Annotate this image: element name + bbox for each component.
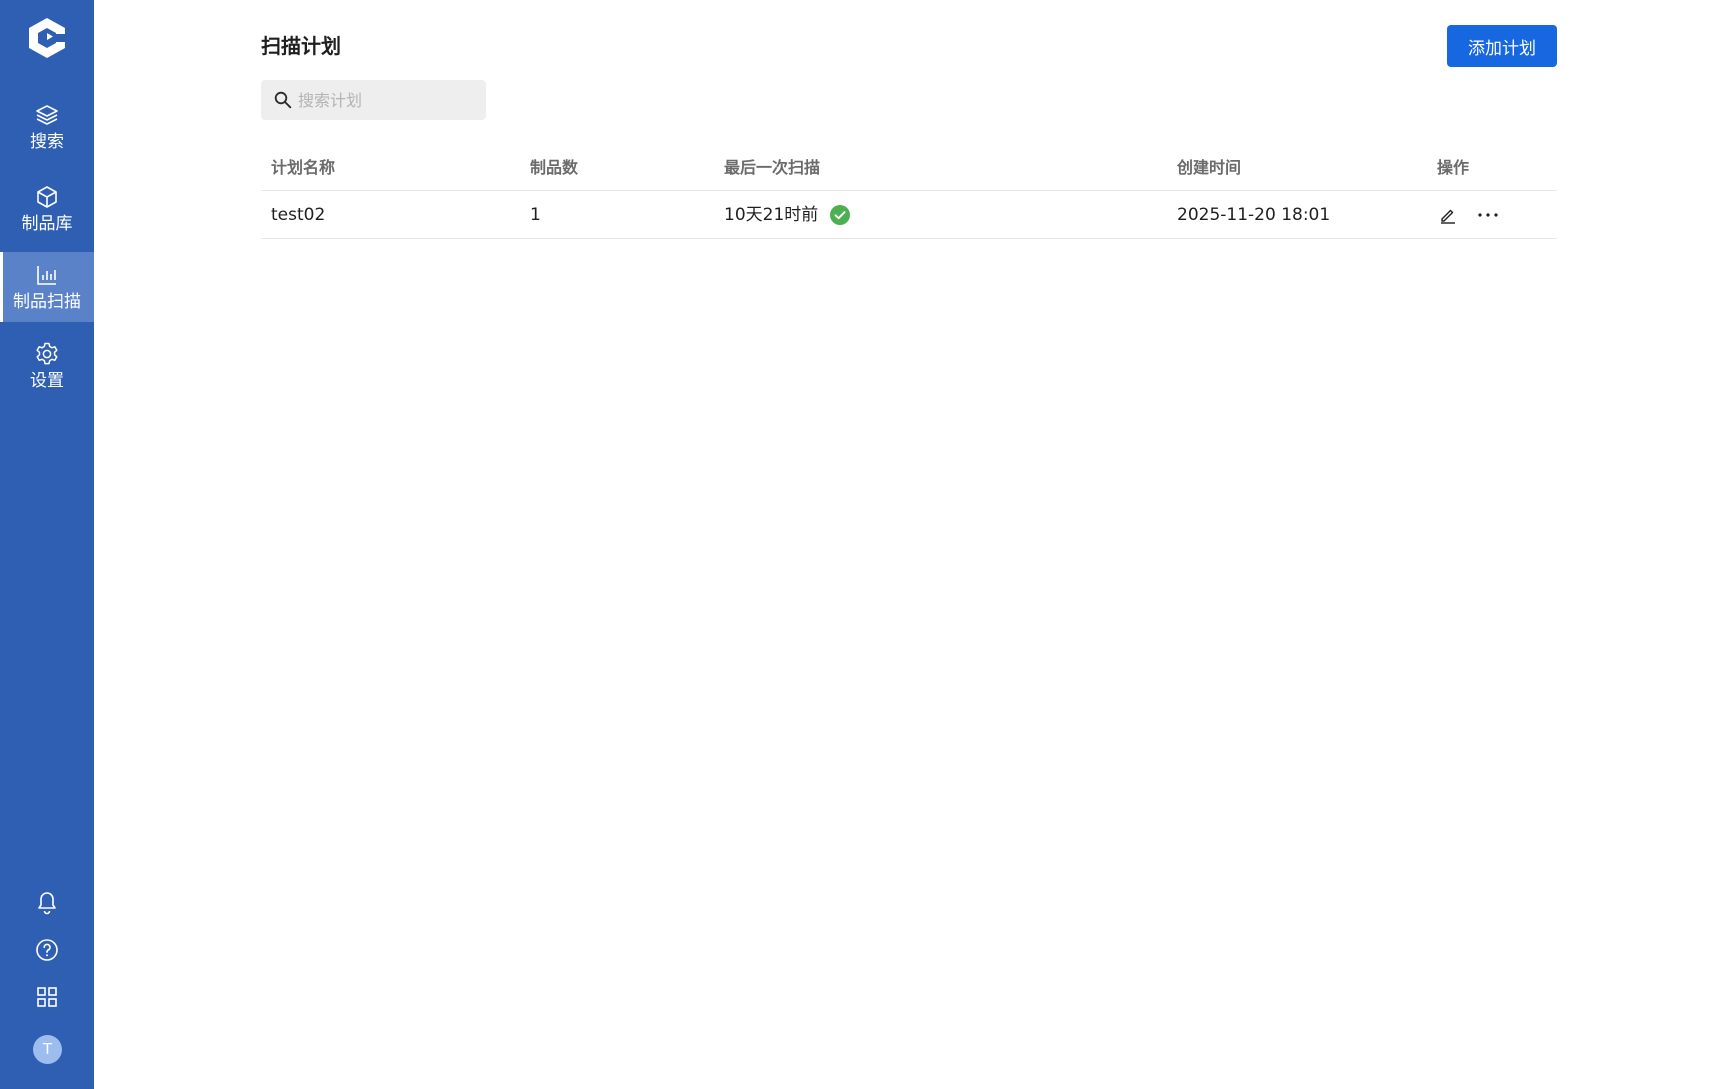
page-title: 扫描计划 [261,34,341,58]
column-header-artifact-count: 制品数 [530,158,579,177]
app-logo-icon[interactable] [0,12,94,64]
sidebar: 搜索 制品库 制品扫描 设置 T [0,0,94,1089]
sidebar-item-label: 设置 [30,371,64,391]
scan-plan-table: 计划名称 制品数 最后一次扫描 创建时间 操作 test02 1 10天21时前… [261,145,1557,239]
ellipsis-icon [1478,213,1498,217]
search-icon [274,91,292,109]
last-scan-cell: 10天21时前 [724,191,851,239]
grid-icon [37,987,57,1007]
column-header-actions: 操作 [1437,158,1470,177]
cube-icon [37,186,57,208]
last-scan-text: 10天21时前 [724,205,819,225]
avatar[interactable]: T [33,1035,62,1064]
sidebar-item-scan[interactable]: 制品扫描 [0,252,94,322]
plan-name-cell[interactable]: test02 [271,191,325,239]
table-row[interactable]: test02 1 10天21时前 2025-11-20 18:01 [261,191,1557,239]
table-header: 计划名称 制品数 最后一次扫描 创建时间 操作 [261,145,1557,191]
help-circle-icon [36,939,58,961]
created-at-cell: 2025-11-20 18:01 [1177,205,1331,225]
column-header-created-at: 创建时间 [1177,158,1242,177]
check-circle-icon [830,205,851,225]
artifact-count-cell: 1 [530,205,541,225]
sidebar-item-label: 搜索 [30,132,64,152]
sidebar-item-library[interactable]: 制品库 [0,174,94,244]
edit-button[interactable] [1437,204,1459,226]
column-header-last-scan: 最后一次扫描 [724,158,821,177]
actions-cell [1437,191,1501,239]
sidebar-item-label: 制品库 [21,214,73,234]
sidebar-item-settings[interactable]: 设置 [0,331,94,401]
search-input[interactable] [298,90,478,110]
sidebar-item-search[interactable]: 搜索 [0,92,94,162]
pencil-icon [1441,209,1455,224]
gear-icon [36,342,58,365]
bell-icon [38,892,56,915]
column-header-plan-name: 计划名称 [271,158,336,177]
help-button[interactable] [0,932,94,968]
more-actions-button[interactable] [1475,204,1501,226]
add-plan-button[interactable]: 添加计划 [1447,25,1557,67]
apps-button[interactable] [0,979,94,1015]
layers-icon [36,105,58,125]
bar-chart-icon [37,266,56,285]
notifications-button[interactable] [0,885,94,921]
sidebar-item-label: 制品扫描 [13,292,81,312]
search-box [261,80,486,120]
